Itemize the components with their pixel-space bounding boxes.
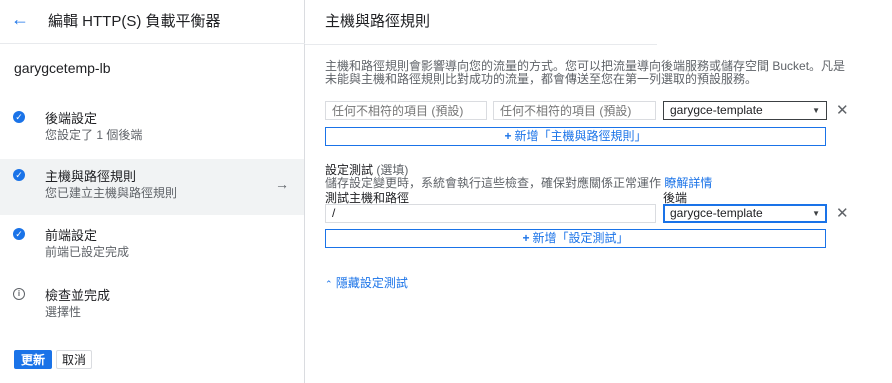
caret-down-icon: ▼	[812, 209, 820, 218]
step-backend[interactable]: ✓ 後端設定 您設定了 1 個後端	[0, 101, 304, 157]
check-circle-icon: ✓	[13, 169, 25, 181]
step-subtitle: 選擇性	[45, 305, 82, 319]
check-circle-icon: ✓	[13, 228, 25, 240]
chevron-up-icon: ⌃	[325, 279, 333, 289]
step-title: 後端設定	[45, 111, 98, 126]
plus-icon: +	[504, 129, 512, 143]
step-title: 主機與路徑規則	[45, 169, 137, 184]
test-backend-select[interactable]: garygce-template ▼	[663, 204, 827, 223]
load-balancer-name: garygcetemp-lb	[14, 60, 111, 76]
update-button[interactable]: 更新	[14, 350, 52, 369]
add-test-button[interactable]: + 新增「設定測試」	[325, 229, 826, 248]
section-title: 主機與路徑規則	[325, 13, 431, 30]
test-host-path-input[interactable]: /	[325, 204, 656, 223]
step-title: 檢查並完成	[45, 288, 111, 303]
step-frontend[interactable]: ✓ 前端設定 前端已設定完成	[0, 218, 304, 274]
step-subtitle: 您已建立主機與路徑規則	[45, 186, 178, 200]
hide-tests-label: 隱藏設定測試	[335, 276, 408, 290]
add-host-path-rule-button[interactable]: + 新增「主機與路徑規則」	[325, 127, 826, 146]
step-title: 前端設定	[45, 228, 98, 243]
host-input[interactable]	[325, 101, 487, 120]
backend-select[interactable]: garygce-template ▼	[663, 101, 827, 120]
check-circle-icon: ✓	[13, 111, 25, 123]
step-review[interactable]: i 檢查並完成 選擇性	[0, 278, 304, 334]
divider	[305, 44, 657, 45]
step-subtitle: 您設定了 1 個後端	[45, 128, 143, 142]
arrow-right-icon: →	[275, 176, 289, 192]
add-rule-label: 新增「主機與路徑規則」	[514, 129, 647, 143]
backend-select-value: garygce-template	[670, 103, 763, 117]
description: 主機和路徑規則會影響導向您的流量的方式。您可以把流量導向後端服務或儲存空間 Bu…	[325, 59, 846, 86]
plus-icon: +	[522, 231, 530, 245]
step-subtitle: 前端已設定完成	[45, 245, 130, 259]
test-backend-value: garygce-template	[670, 206, 763, 220]
close-icon[interactable]: ✕	[836, 206, 849, 221]
close-icon[interactable]: ✕	[836, 103, 849, 118]
back-arrow-icon[interactable]: ←	[10, 9, 30, 29]
right-panel: 主機與路徑規則 主機和路徑規則會影響導向您的流量的方式。您可以把流量導向後端服務…	[305, 0, 892, 383]
left-panel: ← 編輯 HTTP(S) 負載平衡器 garygcetemp-lb ✓ 後端設定…	[0, 0, 305, 383]
page-title: 編輯 HTTP(S) 負載平衡器	[48, 13, 221, 30]
caret-down-icon: ▼	[812, 106, 820, 115]
info-icon: i	[13, 288, 25, 300]
left-header: ← 編輯 HTTP(S) 負載平衡器	[0, 0, 305, 44]
test-host-path-value: /	[332, 206, 336, 220]
hide-tests-link[interactable]: ⌃ 隱藏設定測試	[325, 274, 408, 291]
add-test-label: 新增「設定測試」	[532, 231, 629, 245]
learn-more-link[interactable]: 瞭解詳情	[664, 176, 712, 190]
test-subtitle-text: 儲存設定變更時，系統會執行這些檢查，確保對應關係正常運作	[325, 176, 662, 190]
cancel-button[interactable]: 取消	[56, 350, 92, 369]
path-input[interactable]	[493, 101, 656, 120]
step-host-path-rules[interactable]: ✓ 主機與路徑規則 您已建立主機與路徑規則 →	[0, 159, 304, 215]
